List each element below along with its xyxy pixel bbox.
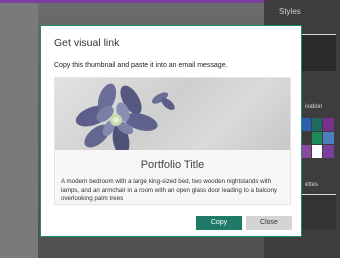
visual-link-card: Portfolio Title A modern bedroom with a … <box>54 77 291 205</box>
dialog-title: Get visual link <box>54 37 120 49</box>
card-title: Portfolio Title <box>140 159 205 171</box>
card-description: A modern bedroom with a large king-sized… <box>61 178 278 203</box>
style-thumbnail[interactable] <box>302 194 336 229</box>
copy-button[interactable]: Copy <box>196 216 242 230</box>
style-thumbnail[interactable] <box>302 34 336 71</box>
styles-section-label: ivation <box>305 104 323 110</box>
color-swatch-grid <box>300 118 334 158</box>
succulent-image <box>75 83 175 150</box>
color-swatch[interactable] <box>311 118 323 131</box>
color-swatch[interactable] <box>323 131 334 145</box>
color-swatch[interactable] <box>323 118 334 131</box>
get-visual-link-dialog: Get visual link Copy this thumbnail and … <box>40 25 302 237</box>
color-swatch[interactable] <box>311 131 323 145</box>
card-thumbnail-image <box>55 78 290 150</box>
styles-pane-title: Styles <box>279 7 301 16</box>
dialog-instruction: Copy this thumbnail and paste it into an… <box>54 62 228 69</box>
close-button[interactable]: Close <box>246 216 292 230</box>
color-swatch[interactable] <box>311 145 323 158</box>
left-strip <box>0 0 38 258</box>
styles-section-label: ettes <box>305 182 319 188</box>
color-swatch[interactable] <box>323 145 334 158</box>
